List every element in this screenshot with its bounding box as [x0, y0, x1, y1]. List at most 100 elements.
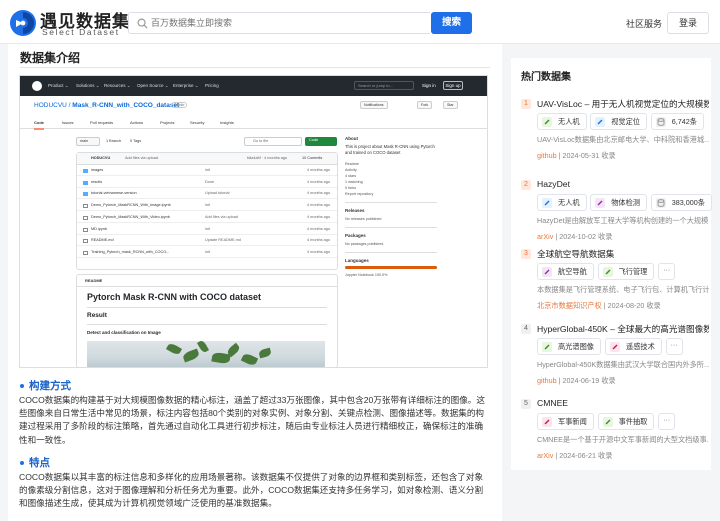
gh-tab: Security [190, 120, 205, 125]
gh-file-row: images init 4 months ago [77, 165, 337, 176]
gh-file-row: MD.ipynb init 4 months ago [77, 224, 337, 235]
tag-label: 遥感技术 [626, 342, 655, 351]
dataset-title[interactable]: HazyDet [537, 179, 709, 189]
more-tags-button[interactable]: ··· [665, 338, 683, 355]
gh-repo-path: HODUCVU / Mask_R-CNN_with_COCO_dataset [34, 102, 180, 109]
github-logo-icon [32, 81, 42, 91]
tag-label: 军事新闻 [558, 417, 587, 426]
source-link[interactable]: arXiv [537, 232, 553, 241]
gh-readme-detect: Detect and classification on Image [87, 330, 161, 335]
gh-readme-tab: README [77, 275, 337, 287]
tag-label: 物体检测 [611, 198, 640, 207]
dataset-meta: arXiv | 2024-06-21 收录 [537, 451, 612, 461]
sample-photo [87, 339, 325, 367]
tag-icon [542, 342, 552, 352]
gh-file-name: Demo_Pytorch_MaskRCNN_With_Video.ipynb [91, 214, 170, 219]
build-paragraph: COCO数据集的构建基于对大规模图像数据的精心标注，涵盖了超过33万张图像，其中… [19, 395, 485, 445]
divider [345, 252, 437, 253]
tag-icon [610, 342, 620, 352]
rank-badge: 3 [521, 249, 531, 259]
section-title: 数据集介绍 [20, 51, 81, 65]
gh-tab: Insights [220, 120, 234, 125]
gh-menu-item: Product ⌄ [48, 83, 69, 88]
source-link[interactable]: github [537, 151, 557, 160]
search-button[interactable]: 搜索 [431, 12, 472, 34]
search-input[interactable] [151, 13, 421, 33]
gh-file-row: results Done 4 months ago [77, 177, 337, 188]
tag-label: 无人机 [558, 117, 580, 126]
tag-icon [602, 267, 613, 277]
collected-date: 2024-06-19 收录 [562, 376, 616, 385]
gh-public-badge: Public [171, 102, 188, 108]
gh-notifications: Notifications [360, 101, 388, 109]
collected-date: 2024-06-21 收录 [559, 451, 613, 460]
source-link[interactable]: github [537, 376, 557, 385]
gh-goto-file: Go to file [244, 137, 302, 146]
top-header: 遇见数据集 Select Dataset 搜索 社区服务 登录 [0, 0, 720, 44]
tag-chip[interactable]: 高光谱图像 [537, 338, 601, 355]
gh-file-msg: Add files via upload [205, 214, 238, 219]
gh-signin: Sign in [422, 83, 436, 88]
hot-dataset-item[interactable]: 1 UAV-VisLoc – 用于无人机视觉定位的大规模数据集无人机 视觉定位 6,7… [521, 98, 709, 162]
hot-dataset-item[interactable]: 4 HyperGlobal-450K – 全球最大的高光谱图像数据集高光谱图像 遥感… [521, 323, 709, 387]
sidebar-title: 热门数据集 [521, 72, 571, 83]
tag-chip[interactable]: 物体检测 [590, 194, 647, 211]
gh-signup: Sign up [443, 81, 463, 90]
source-link[interactable]: 北京市数据知识产权 [537, 301, 602, 310]
dataset-title[interactable]: UAV-VisLoc – 用于无人机视觉定位的大规模数据集 [537, 98, 709, 110]
dataset-title[interactable]: 全球航空导航数据集 [537, 248, 709, 260]
gh-file-time: 4 months ago [307, 203, 331, 208]
file-icon [83, 227, 88, 232]
dataset-meta: 北京市数据知识产权 | 2024-08-20 收录 [537, 301, 661, 311]
search-box[interactable] [128, 12, 430, 34]
divider [345, 202, 437, 203]
record-count: 383,000条 [671, 198, 705, 207]
rank-badge: 4 [521, 324, 531, 334]
gh-tabs: Code Issues Pull requests Actions Projec… [20, 116, 487, 130]
tag-chip[interactable]: 航空导航 [537, 263, 594, 280]
gh-language: Jupyter Notebook 100.0% [345, 273, 388, 277]
tag-chip[interactable]: 遥感技术 [605, 338, 662, 355]
more-tags-button[interactable]: ··· [658, 263, 676, 280]
gh-file-name: Demo_Pytorch_MaskRCNN_With_Image.ipynb [91, 203, 171, 208]
tag-chip[interactable]: 视觉定位 [590, 113, 647, 130]
community-service-link[interactable]: 社区服务 [626, 17, 662, 30]
divider [20, 67, 490, 68]
dataset-title[interactable]: HyperGlobal-450K – 全球最大的高光谱图像数据集 [537, 323, 709, 335]
gh-commit-hash: b8a4a5f · 4 months ago [247, 156, 288, 160]
tag-label: 无人机 [558, 198, 580, 207]
gh-releases-text: No releases published [345, 217, 382, 221]
database-icon [655, 117, 666, 127]
tag-chip[interactable]: 事件抽取 [597, 413, 655, 430]
gh-file-row: Training_Pytorch_mask_RCNN_with_COCO... i… [77, 247, 337, 258]
gh-file-name: results [91, 179, 103, 184]
hot-dataset-item[interactable]: 2 HazyDet 无人机 物体检测 383,000条 HazyDet是由解放军工程大学等… [521, 179, 712, 243]
gh-file-msg: init [205, 249, 210, 254]
more-tags-button[interactable]: ··· [658, 413, 676, 430]
source-link[interactable]: arXiv [537, 451, 553, 460]
tag-chip[interactable]: 军事新闻 [537, 413, 594, 430]
tag-chip[interactable]: 无人机 [537, 113, 587, 130]
github-repo-screenshot: Product ⌄ Solutions ⌄ Resources ⌄ Open S… [19, 75, 488, 368]
gh-tab: Actions [130, 120, 144, 125]
gh-tags: 0 Tags [130, 139, 142, 143]
gh-menu-item: Solutions ⌄ [76, 83, 100, 88]
rank-badge: 1 [521, 99, 531, 109]
gh-about: About This is project about Mask R-CNN u… [345, 136, 485, 278]
tag-chip[interactable]: 无人机 [537, 194, 587, 211]
gh-file-msg: init [205, 226, 210, 231]
tag-chip[interactable]: 飞行管理 [597, 263, 655, 280]
gh-languages-title: Languages [345, 258, 369, 263]
dataset-description: HazyDet是由解放军工程大学等机构创建的一个大规模... [537, 216, 709, 225]
logo-icon[interactable] [8, 8, 38, 38]
bullet-icon [20, 384, 24, 388]
gh-readme: README Pytorch Mask R-CNN with COCO data… [76, 274, 338, 367]
hot-dataset-item[interactable]: 3 全球航空导航数据集 航空导航 飞行管理 ··· 本数据集是飞行管理系统、电子飞行包、计… [521, 248, 709, 312]
dataset-title[interactable]: CMNEE [537, 398, 709, 408]
gh-latest-commit: HODUCVU Add files via upload b8a4a5f · 4… [77, 153, 337, 165]
hot-dataset-item[interactable]: 5 CMNEE 军事新闻 事件抽取 ··· CMNEE是一个基于开源中文军事新闻的大型文档… [521, 398, 709, 462]
tag-icon [595, 198, 606, 208]
gh-file-time: 4 months ago [307, 179, 331, 184]
login-button[interactable]: 登录 [667, 12, 709, 34]
gh-file-row: README.md Update README.md 4 months ago [77, 235, 337, 247]
